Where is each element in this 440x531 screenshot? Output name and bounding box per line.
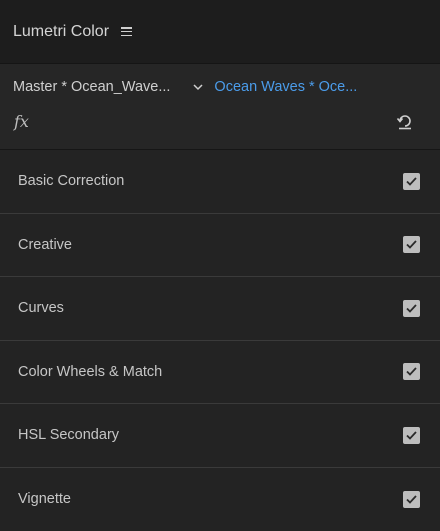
section-vignette[interactable]: Vignette (0, 468, 440, 531)
lumetri-color-panel: Lumetri Color Master * Ocean_Wave... Oce… (0, 0, 440, 527)
fx-row: fx (0, 104, 440, 138)
section-label: Color Wheels & Match (18, 364, 162, 380)
section-list: Basic Correction Creative Curves Color W… (0, 150, 440, 531)
section-enable-checkbox[interactable] (403, 300, 420, 317)
sequence-clip-link[interactable]: Ocean Waves * Oce... (214, 79, 357, 95)
reset-icon[interactable] (396, 112, 414, 130)
fx-icon[interactable]: fx (14, 112, 29, 131)
section-enable-checkbox[interactable] (403, 173, 420, 190)
section-creative[interactable]: Creative (0, 214, 440, 278)
master-clip-label[interactable]: Master * Ocean_Wave... (13, 79, 170, 95)
section-curves[interactable]: Curves (0, 277, 440, 341)
panel-title: Lumetri Color (13, 23, 109, 41)
section-label: Vignette (18, 491, 71, 507)
section-enable-checkbox[interactable] (403, 236, 420, 253)
section-enable-checkbox[interactable] (403, 363, 420, 380)
section-label: Curves (18, 300, 64, 316)
section-hsl-secondary[interactable]: HSL Secondary (0, 404, 440, 468)
section-enable-checkbox[interactable] (403, 427, 420, 444)
chevron-down-icon[interactable] (192, 81, 204, 93)
section-color-wheels-match[interactable]: Color Wheels & Match (0, 341, 440, 405)
panel-header: Lumetri Color (0, 0, 440, 64)
clip-selector-bar: Master * Ocean_Wave... Ocean Waves * Oce… (0, 64, 440, 150)
section-label: Basic Correction (18, 173, 124, 189)
section-enable-checkbox[interactable] (403, 491, 420, 508)
section-label: HSL Secondary (18, 427, 119, 443)
clip-row: Master * Ocean_Wave... Ocean Waves * Oce… (0, 64, 440, 104)
section-label: Creative (18, 237, 72, 253)
hamburger-menu-icon[interactable] (121, 27, 132, 36)
section-basic-correction[interactable]: Basic Correction (0, 150, 440, 214)
